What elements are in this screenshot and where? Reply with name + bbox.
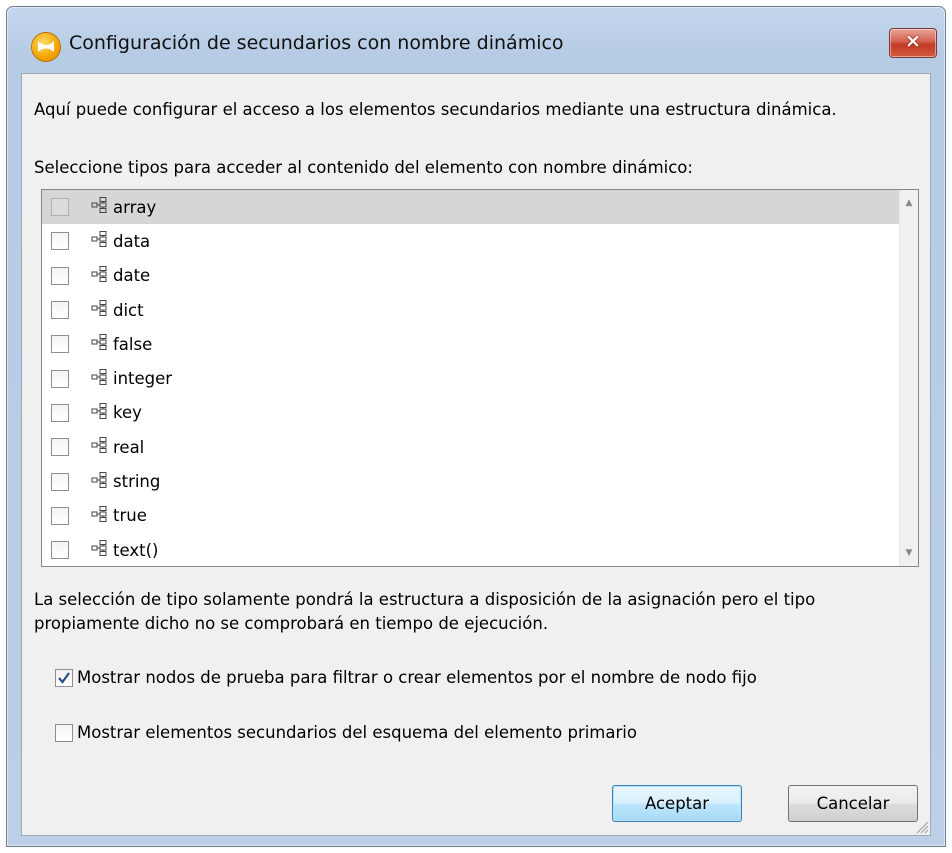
type-label: data bbox=[113, 231, 151, 251]
type-checkbox[interactable] bbox=[51, 472, 69, 491]
type-label: integer bbox=[113, 369, 173, 389]
cancel-button[interactable]: Cancelar bbox=[788, 785, 918, 822]
close-icon: × bbox=[905, 30, 921, 52]
types-list[interactable]: array data date dict false integer key real stri… bbox=[41, 189, 919, 567]
dialog-body: Aquí puede configurar el acceso a los el… bbox=[21, 73, 931, 836]
type-label: array bbox=[113, 197, 157, 217]
tree-node-icon bbox=[91, 436, 109, 458]
type-checkbox[interactable] bbox=[51, 198, 69, 217]
tree-node-icon bbox=[91, 230, 109, 252]
tree-node-icon bbox=[91, 539, 109, 561]
app-logo-icon bbox=[32, 33, 60, 61]
list-item[interactable]: real bbox=[42, 430, 900, 464]
type-checkbox[interactable] bbox=[51, 438, 69, 457]
scroll-down-icon[interactable]: ▼ bbox=[900, 544, 918, 562]
show-test-nodes-option[interactable]: Mostrar nodos de prueba para filtrar o c… bbox=[55, 668, 757, 687]
list-item[interactable]: text() bbox=[42, 533, 900, 566]
show-test-nodes-label: Mostrar nodos de prueba para filtrar o c… bbox=[77, 668, 757, 687]
type-checkbox[interactable] bbox=[51, 266, 69, 285]
intro-text: Aquí puede configurar el acceso a los el… bbox=[34, 100, 837, 119]
type-checkbox[interactable] bbox=[51, 403, 69, 422]
type-label: real bbox=[113, 437, 145, 457]
close-button[interactable]: × bbox=[889, 28, 937, 58]
tree-node-icon bbox=[91, 333, 109, 355]
show-schema-children-label: Mostrar elementos secundarios del esquem… bbox=[77, 723, 637, 742]
tree-node-icon bbox=[91, 402, 109, 424]
list-item[interactable]: integer bbox=[42, 361, 900, 395]
list-item[interactable]: false bbox=[42, 327, 900, 361]
type-label: key bbox=[113, 403, 142, 423]
types-list-rows: array data date dict false integer key real stri… bbox=[42, 190, 900, 566]
show-schema-children-checkbox[interactable] bbox=[55, 723, 73, 742]
tree-node-icon bbox=[91, 299, 109, 321]
title-bar[interactable]: Configuración de secundarios con nombre … bbox=[7, 7, 945, 73]
tree-node-icon bbox=[91, 265, 109, 287]
tree-node-icon bbox=[91, 196, 109, 218]
list-item[interactable]: string bbox=[42, 464, 900, 498]
tree-node-icon bbox=[91, 471, 109, 493]
type-label: true bbox=[113, 506, 147, 526]
ok-button[interactable]: Aceptar bbox=[612, 785, 742, 822]
type-label: date bbox=[113, 266, 151, 286]
show-test-nodes-checkbox[interactable] bbox=[55, 668, 73, 687]
list-item[interactable]: key bbox=[42, 396, 900, 430]
list-item[interactable]: date bbox=[42, 259, 900, 293]
tree-node-icon bbox=[91, 505, 109, 527]
type-label: string bbox=[113, 472, 161, 492]
type-label: dict bbox=[113, 300, 144, 320]
vertical-scrollbar[interactable]: ▲ ▼ bbox=[899, 190, 918, 566]
type-label: text() bbox=[113, 540, 159, 560]
type-checkbox[interactable] bbox=[51, 369, 69, 388]
list-item[interactable]: true bbox=[42, 499, 900, 533]
list-item[interactable]: data bbox=[42, 224, 900, 258]
list-item[interactable]: dict bbox=[42, 293, 900, 327]
type-checkbox[interactable] bbox=[51, 301, 69, 320]
scroll-up-icon[interactable]: ▲ bbox=[900, 194, 918, 212]
type-checkbox[interactable] bbox=[51, 541, 69, 560]
type-label: false bbox=[113, 334, 153, 354]
list-item[interactable]: array bbox=[42, 190, 900, 225]
show-schema-children-option[interactable]: Mostrar elementos secundarios del esquem… bbox=[55, 723, 637, 742]
resize-grip-icon[interactable] bbox=[913, 818, 929, 834]
tree-node-icon bbox=[91, 368, 109, 390]
type-checkbox[interactable] bbox=[51, 506, 69, 525]
type-selection-note: La selección de tipo solamente pondrá la… bbox=[34, 590, 816, 633]
types-list-label: Seleccione tipos para acceder al conteni… bbox=[34, 158, 693, 177]
dialog-title: Configuración de secundarios con nombre … bbox=[69, 32, 564, 54]
type-checkbox[interactable] bbox=[51, 232, 69, 251]
dialog-window: Configuración de secundarios con nombre … bbox=[6, 6, 946, 847]
type-checkbox[interactable] bbox=[51, 335, 69, 354]
